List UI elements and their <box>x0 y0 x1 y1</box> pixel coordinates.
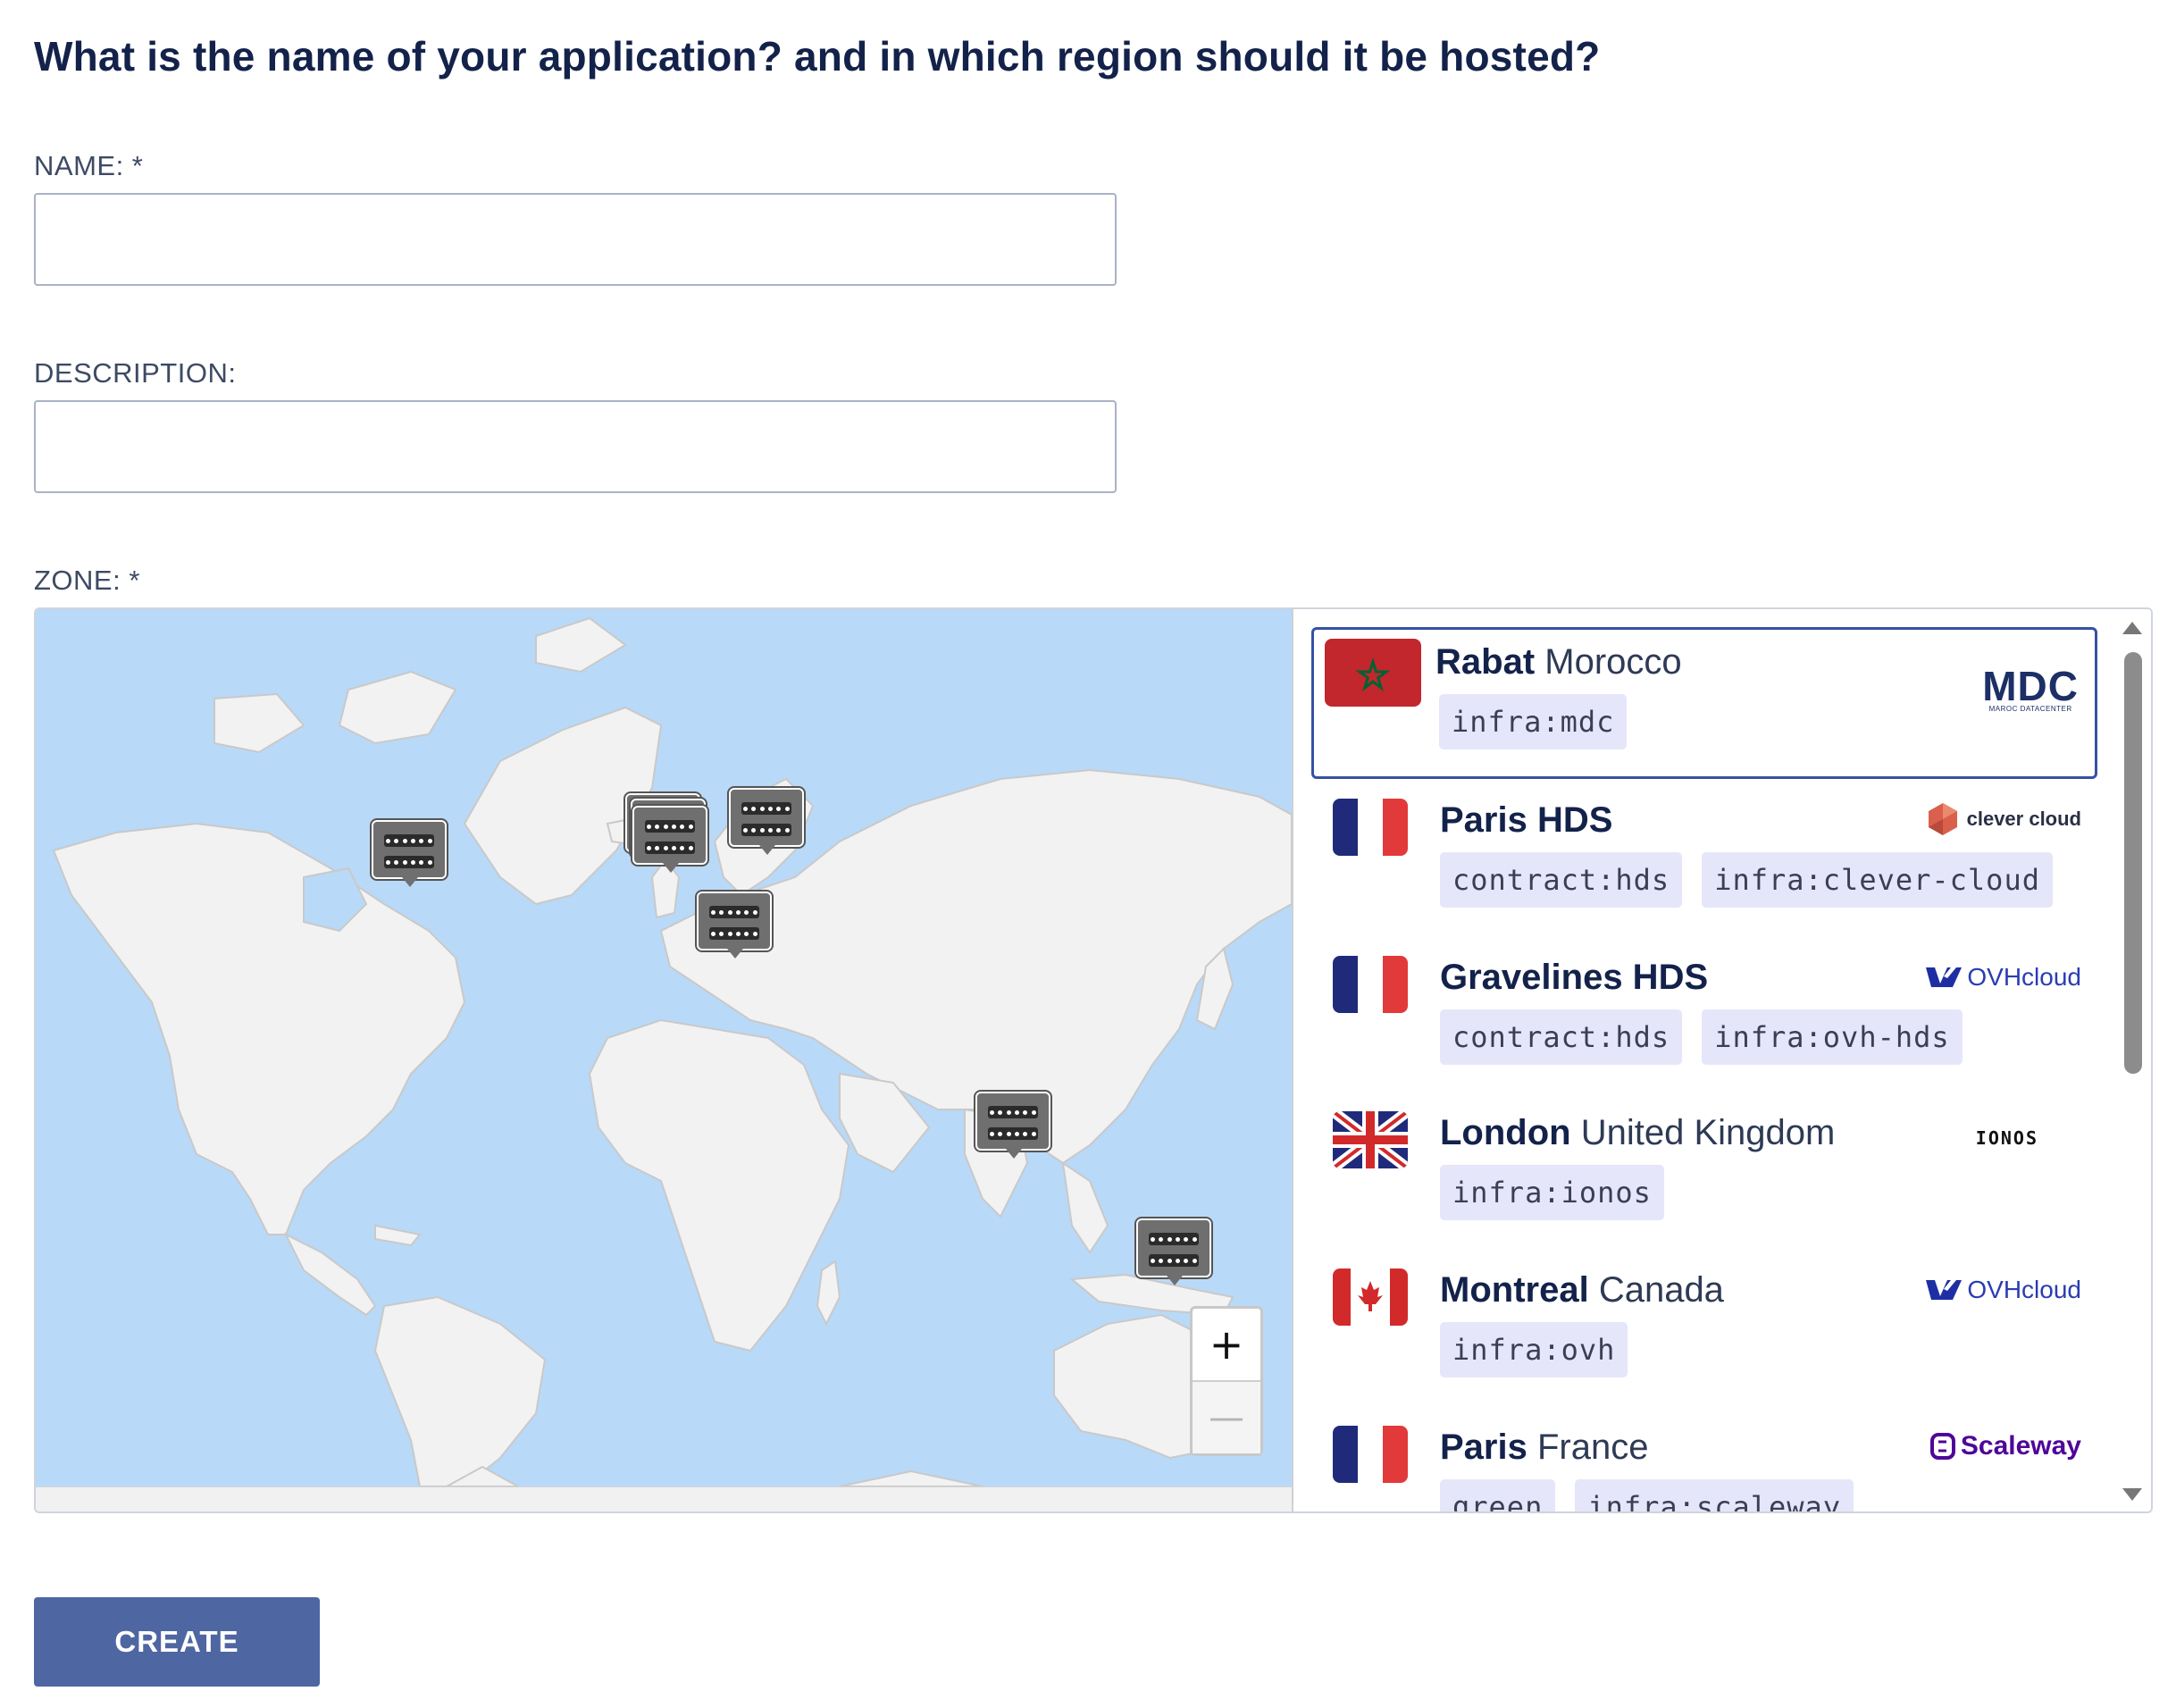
tag: infra:ovh <box>1440 1322 1628 1377</box>
zone-tags: contract:hds infra:clever-cloud <box>1440 852 2053 908</box>
zone-city: Paris HDS <box>1440 800 1613 840</box>
france-flag-icon <box>1333 956 1408 1013</box>
marker-north-america[interactable] <box>372 820 447 887</box>
scroll-down-icon[interactable] <box>2122 1488 2142 1501</box>
zone-title: Paris HDS <box>1440 800 1612 841</box>
ovhcloud-logo: OVHcloud <box>1924 1276 2081 1304</box>
zone-item-montreal[interactable]: Montreal Canada infra:ovh OVHcloud <box>1311 1258 2097 1410</box>
zoom-out-button[interactable]: — <box>1193 1382 1260 1453</box>
tag: infra:ionos <box>1440 1165 1664 1220</box>
zone-city: Gravelines HDS <box>1440 958 1709 997</box>
zone-country: Canada <box>1598 1270 1724 1310</box>
marker-gravelines[interactable] <box>632 806 707 873</box>
zone-city: Rabat <box>1435 642 1536 682</box>
server-cluster-icon <box>975 1092 1050 1151</box>
provider-name: IONOS <box>1975 1127 2038 1149</box>
page-question: What is the name of your application? an… <box>34 33 1601 80</box>
scaleway-logo: Scaleway <box>1929 1431 2081 1461</box>
zone-title: Gravelines HDS <box>1440 958 1708 998</box>
tag: infra:clever-cloud <box>1702 852 2053 908</box>
tag: green <box>1440 1479 1556 1511</box>
france-flag-icon <box>1333 799 1408 856</box>
server-cluster-icon <box>729 788 804 847</box>
zone-list[interactable]: Rabat Morocco infra:mdc MDC MAROC DATACE… <box>1292 609 2151 1511</box>
map-zoom-control: + — <box>1190 1306 1263 1456</box>
provider-name: Scaleway <box>1960 1431 2081 1461</box>
ovh-icon <box>1926 967 1963 987</box>
name-label: NAME: * <box>34 150 144 181</box>
ovhcloud-logo: OVHcloud <box>1924 963 2081 992</box>
zone-city: Paris <box>1440 1428 1527 1467</box>
zone-title: Paris France <box>1440 1428 1648 1468</box>
marker-morocco[interactable] <box>697 892 772 959</box>
uk-flag-icon <box>1333 1111 1408 1168</box>
world-land-shapes <box>52 616 1292 1486</box>
zone-label: ZONE: * <box>34 565 140 596</box>
world-map[interactable]: + — <box>36 609 1292 1486</box>
zone-country: France <box>1536 1428 1649 1467</box>
provider-name: MDC <box>1982 663 2079 709</box>
zone-tags: infra:mdc <box>1439 694 1628 749</box>
morocco-flag-icon <box>1325 639 1421 707</box>
zone-city: London <box>1440 1113 1571 1152</box>
marker-singapore[interactable] <box>975 1092 1050 1159</box>
server-cluster-icon <box>1136 1218 1211 1277</box>
zone-tags: infra:ovh <box>1440 1322 1628 1377</box>
zone-list-scrollbar[interactable] <box>2113 609 2151 1511</box>
map-footer-strip <box>36 1486 1292 1511</box>
zone-item-paris[interactable]: Paris France green infra:scaleway Scalew… <box>1311 1415 2097 1511</box>
provider-subtitle: MAROC DATACENTER <box>1988 705 2072 713</box>
tag: contract:hds <box>1440 1009 1683 1065</box>
provider-name: clever cloud <box>1966 808 2081 830</box>
zone-item-paris-hds[interactable]: Paris HDS contract:hds infra:clever-clou… <box>1311 788 2097 940</box>
provider-name: OVHcloud <box>1967 963 2081 991</box>
canada-flag-icon <box>1333 1268 1408 1326</box>
scaleway-icon <box>1929 1433 1955 1460</box>
zone-item-rabat[interactable]: Rabat Morocco infra:mdc MDC MAROC DATACE… <box>1311 627 2097 779</box>
ionos-logo: IONOS <box>1976 1127 2038 1149</box>
zone-city: Montreal <box>1440 1270 1589 1310</box>
zone-item-london[interactable]: London United Kingdom infra:ionos IONOS <box>1311 1101 2097 1252</box>
zone-item-gravelines-hds[interactable]: Gravelines HDS contract:hds infra:ovh-hd… <box>1311 945 2097 1097</box>
provider-name: OVHcloud <box>1967 1276 2081 1303</box>
description-input[interactable] <box>34 400 1117 493</box>
france-flag-icon <box>1333 1426 1408 1483</box>
server-cluster-icon <box>372 820 447 879</box>
zone-title: London United Kingdom <box>1440 1113 1835 1153</box>
description-label: DESCRIPTION: <box>34 357 237 389</box>
zone-picker: + — Rabat Morocco infra:mdc MDC MAROC DA… <box>34 607 2153 1513</box>
scroll-up-icon[interactable] <box>2122 622 2142 634</box>
zone-title: Rabat Morocco <box>1435 642 1682 682</box>
marker-australia[interactable] <box>1136 1218 1211 1285</box>
ovh-icon <box>1926 1280 1963 1300</box>
clever-cloud-logo: clever cloud <box>1926 802 2081 836</box>
zone-tags: infra:ionos <box>1440 1165 1664 1220</box>
tag: infra:mdc <box>1439 694 1628 749</box>
server-cluster-icon <box>697 892 772 950</box>
tag: infra:ovh-hds <box>1702 1009 1963 1065</box>
mdc-logo: MDC MAROC DATACENTER <box>1982 663 2079 713</box>
zone-tags: green infra:scaleway <box>1440 1479 1854 1511</box>
zoom-in-button[interactable]: + <box>1193 1309 1260 1382</box>
name-input[interactable] <box>34 193 1117 286</box>
server-cluster-icon <box>632 806 707 865</box>
zone-title: Montreal Canada <box>1440 1270 1724 1310</box>
scroll-thumb[interactable] <box>2124 652 2142 1074</box>
clever-cloud-icon <box>1928 803 1957 835</box>
tag: contract:hds <box>1440 852 1683 908</box>
zone-country: United Kingdom <box>1580 1113 1836 1152</box>
create-button[interactable]: CREATE <box>34 1597 320 1687</box>
zone-country: Morocco <box>1544 642 1682 682</box>
tag: infra:scaleway <box>1575 1479 1854 1511</box>
zone-tags: contract:hds infra:ovh-hds <box>1440 1009 1963 1065</box>
marker-germany[interactable] <box>729 788 804 855</box>
